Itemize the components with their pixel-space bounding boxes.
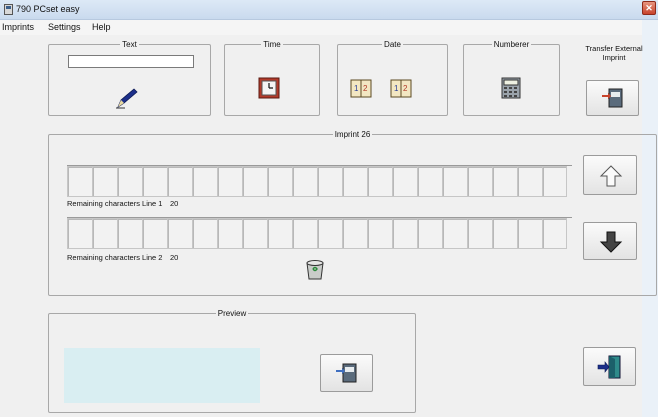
move-down-button[interactable]	[583, 222, 637, 260]
preview-group: Preview	[48, 309, 416, 413]
imprint-group-label: Imprint 26	[334, 130, 371, 139]
transfer-icon	[336, 363, 357, 383]
menu-bar: Imprints Settings Help	[0, 20, 642, 35]
exit-door-icon	[597, 355, 621, 379]
close-button[interactable]: ✕	[642, 1, 656, 15]
line1-remaining-label: Remaining characters Line 1	[67, 199, 163, 208]
calculator-icon[interactable]	[500, 77, 522, 99]
line2-remaining-count: 20	[170, 253, 179, 262]
time-group: Time	[224, 40, 320, 116]
numberer-group-label: Numberer	[493, 40, 530, 49]
menu-imprints[interactable]: Imprints	[2, 22, 34, 32]
app-icon	[4, 4, 13, 15]
imprint-group: Imprint 26 Remaining characters Line 1 2…	[48, 130, 657, 296]
menu-settings[interactable]: Settings	[48, 22, 81, 32]
numberer-group: Numberer	[463, 40, 560, 116]
preview-group-label: Preview	[217, 309, 247, 318]
move-up-button[interactable]	[583, 155, 637, 195]
transfer-label: Transfer External Imprint	[585, 44, 643, 62]
text-input[interactable]	[68, 55, 194, 68]
window-title: 790 PCset easy	[16, 4, 80, 14]
calendar-icon[interactable]: 1 2	[390, 79, 412, 98]
date-group: Date 1 2 1 2	[337, 40, 448, 116]
time-group-label: Time	[263, 40, 281, 49]
svg-text:2: 2	[363, 84, 368, 93]
line2-character-cells[interactable]	[67, 218, 567, 249]
app-window: 790 PCset easy ✕ Imprints Settings Help …	[0, 0, 658, 417]
preview-display	[64, 348, 260, 403]
svg-text:1: 1	[394, 84, 399, 93]
arrow-down-icon	[599, 231, 623, 253]
exit-button[interactable]	[583, 347, 636, 386]
arrow-up-icon	[599, 165, 623, 187]
text-group-label: Text	[122, 40, 137, 49]
pen-icon[interactable]	[115, 87, 139, 109]
transfer-button[interactable]	[586, 80, 639, 116]
clock-icon[interactable]	[258, 77, 280, 99]
title-bar: 790 PCset easy ✕	[0, 0, 658, 20]
transfer-icon	[602, 88, 623, 108]
line1-remaining-count: 20	[170, 199, 179, 208]
menu-help[interactable]: Help	[92, 22, 111, 32]
svg-text:2: 2	[403, 84, 408, 93]
line2-remaining-label: Remaining characters Line 2	[67, 253, 163, 262]
preview-transfer-button[interactable]	[320, 354, 373, 392]
line1-character-cells[interactable]	[67, 166, 567, 197]
text-group: Text	[48, 40, 211, 116]
calendar-icon[interactable]: 1 2	[350, 79, 372, 98]
date-group-label: Date	[384, 40, 401, 49]
svg-text:1: 1	[354, 84, 359, 93]
trash-icon[interactable]	[304, 257, 326, 281]
